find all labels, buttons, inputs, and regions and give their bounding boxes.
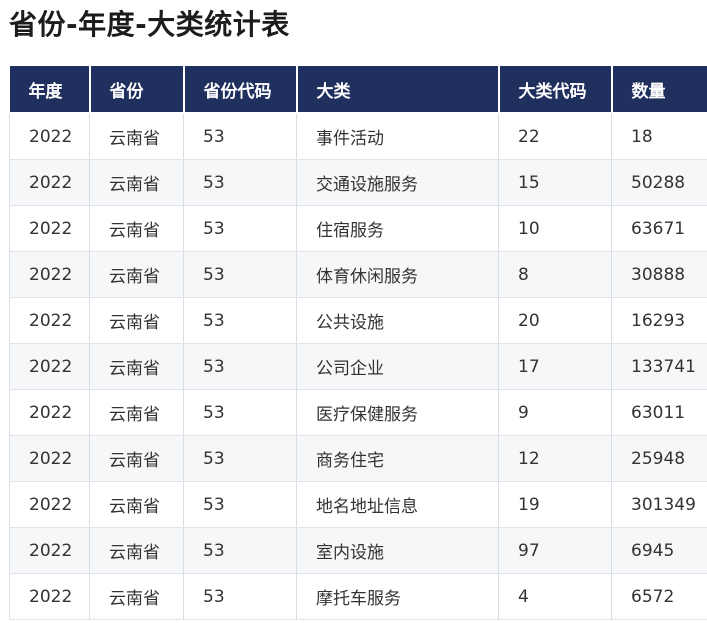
cell-category-code: 15 bbox=[498, 159, 612, 206]
cell-province: 云南省 bbox=[89, 113, 184, 160]
cell-province: 云南省 bbox=[89, 481, 184, 528]
table-row: 2022 云南省 53 公司企业 17 133741 bbox=[9, 343, 707, 390]
table-row: 2022 云南省 53 公共设施 20 16293 bbox=[9, 297, 707, 344]
cell-count: 18 bbox=[611, 113, 707, 160]
cell-count: 25948 bbox=[611, 435, 707, 482]
cell-category: 住宿服务 bbox=[296, 205, 499, 252]
cell-province-code: 53 bbox=[183, 159, 297, 206]
table-row: 2022 云南省 53 室内设施 97 6945 bbox=[9, 527, 707, 574]
cell-year: 2022 bbox=[9, 159, 90, 206]
cell-category: 室内设施 bbox=[296, 527, 499, 574]
cell-category-code: 20 bbox=[498, 297, 612, 344]
cell-category: 事件活动 bbox=[296, 113, 499, 160]
table-header: 年度 省份 省份代码 大类 大类代码 数量 bbox=[9, 66, 707, 114]
cell-category: 商务住宅 bbox=[296, 435, 499, 482]
column-header-year: 年度 bbox=[9, 66, 91, 114]
table-row: 2022 云南省 53 体育休闲服务 8 30888 bbox=[9, 251, 707, 298]
cell-province-code: 53 bbox=[183, 251, 297, 298]
cell-year: 2022 bbox=[9, 527, 90, 574]
cell-year: 2022 bbox=[9, 113, 90, 160]
cell-category-code: 19 bbox=[498, 481, 612, 528]
page: 省份-年度-大类统计表 年度 省份 省份代码 大类 大类代码 数量 2022 云南… bbox=[0, 0, 707, 623]
table-row: 2022 云南省 53 地名地址信息 19 301349 bbox=[9, 481, 707, 528]
table-container: 年度 省份 省份代码 大类 大类代码 数量 2022 云南省 53 事件活动 22 18 2… bbox=[9, 66, 707, 623]
table-row: 2022 云南省 53 事件活动 22 18 bbox=[9, 113, 707, 160]
cell-year: 2022 bbox=[9, 297, 90, 344]
cell-province-code: 53 bbox=[183, 389, 297, 436]
cell-province-code: 53 bbox=[183, 205, 297, 252]
cell-year: 2022 bbox=[9, 389, 90, 436]
cell-category-code: 4 bbox=[498, 573, 612, 620]
cell-year: 2022 bbox=[9, 205, 90, 252]
cell-category: 交通设施服务 bbox=[296, 159, 499, 206]
cell-province: 云南省 bbox=[89, 297, 184, 344]
cell-count: 63671 bbox=[611, 205, 707, 252]
table-body: 2022 云南省 53 事件活动 22 18 2022 云南省 53 交通设施服务 15 50288 2… bbox=[9, 113, 707, 620]
header-row: 年度 省份 省份代码 大类 大类代码 数量 bbox=[9, 66, 707, 114]
cell-count: 6572 bbox=[611, 573, 707, 620]
column-header-province: 省份 bbox=[89, 66, 185, 114]
cell-province: 云南省 bbox=[89, 159, 184, 206]
page-title: 省份-年度-大类统计表 bbox=[9, 8, 290, 41]
cell-count: 30888 bbox=[611, 251, 707, 298]
table-row: 2022 云南省 53 医疗保健服务 9 63011 bbox=[9, 389, 707, 436]
cell-province: 云南省 bbox=[89, 205, 184, 252]
cell-category-code: 22 bbox=[498, 113, 612, 160]
cell-province-code: 53 bbox=[183, 481, 297, 528]
table-row: 2022 云南省 53 摩托车服务 4 6572 bbox=[9, 573, 707, 620]
cell-category: 地名地址信息 bbox=[296, 481, 499, 528]
table-row: 2022 云南省 53 交通设施服务 15 50288 bbox=[9, 159, 707, 206]
cell-category: 摩托车服务 bbox=[296, 573, 499, 620]
cell-category: 公司企业 bbox=[296, 343, 499, 390]
cell-category-code: 12 bbox=[498, 435, 612, 482]
stats-table: 年度 省份 省份代码 大类 大类代码 数量 2022 云南省 53 事件活动 22 18 2… bbox=[9, 66, 707, 620]
cell-year: 2022 bbox=[9, 251, 90, 298]
cell-province-code: 53 bbox=[183, 343, 297, 390]
cell-category-code: 8 bbox=[498, 251, 612, 298]
table-row: 2022 云南省 53 商务住宅 12 25948 bbox=[9, 435, 707, 482]
cell-category-code: 9 bbox=[498, 389, 612, 436]
cell-province: 云南省 bbox=[89, 435, 184, 482]
cell-year: 2022 bbox=[9, 573, 90, 620]
cell-category: 体育休闲服务 bbox=[296, 251, 499, 298]
cell-category: 公共设施 bbox=[296, 297, 499, 344]
cell-province-code: 53 bbox=[183, 113, 297, 160]
cell-year: 2022 bbox=[9, 343, 90, 390]
cell-count: 16293 bbox=[611, 297, 707, 344]
cell-category-code: 97 bbox=[498, 527, 612, 574]
cell-year: 2022 bbox=[9, 481, 90, 528]
cell-province-code: 53 bbox=[183, 573, 297, 620]
cell-count: 301349 bbox=[611, 481, 707, 528]
cell-category: 医疗保健服务 bbox=[296, 389, 499, 436]
cell-province-code: 53 bbox=[183, 435, 297, 482]
cell-province-code: 53 bbox=[183, 297, 297, 344]
cell-year: 2022 bbox=[9, 435, 90, 482]
column-header-category: 大类 bbox=[296, 66, 500, 114]
table-row: 2022 云南省 53 住宿服务 10 63671 bbox=[9, 205, 707, 252]
cell-category-code: 17 bbox=[498, 343, 612, 390]
column-header-count: 数量 bbox=[611, 66, 707, 114]
cell-province: 云南省 bbox=[89, 573, 184, 620]
cell-province: 云南省 bbox=[89, 343, 184, 390]
cell-category-code: 10 bbox=[498, 205, 612, 252]
column-header-category-code: 大类代码 bbox=[498, 66, 613, 114]
cell-province: 云南省 bbox=[89, 251, 184, 298]
cell-count: 133741 bbox=[611, 343, 707, 390]
cell-count: 6945 bbox=[611, 527, 707, 574]
cell-province: 云南省 bbox=[89, 389, 184, 436]
cell-province-code: 53 bbox=[183, 527, 297, 574]
column-header-province-code: 省份代码 bbox=[183, 66, 298, 114]
cell-province: 云南省 bbox=[89, 527, 184, 574]
cell-count: 63011 bbox=[611, 389, 707, 436]
cell-count: 50288 bbox=[611, 159, 707, 206]
